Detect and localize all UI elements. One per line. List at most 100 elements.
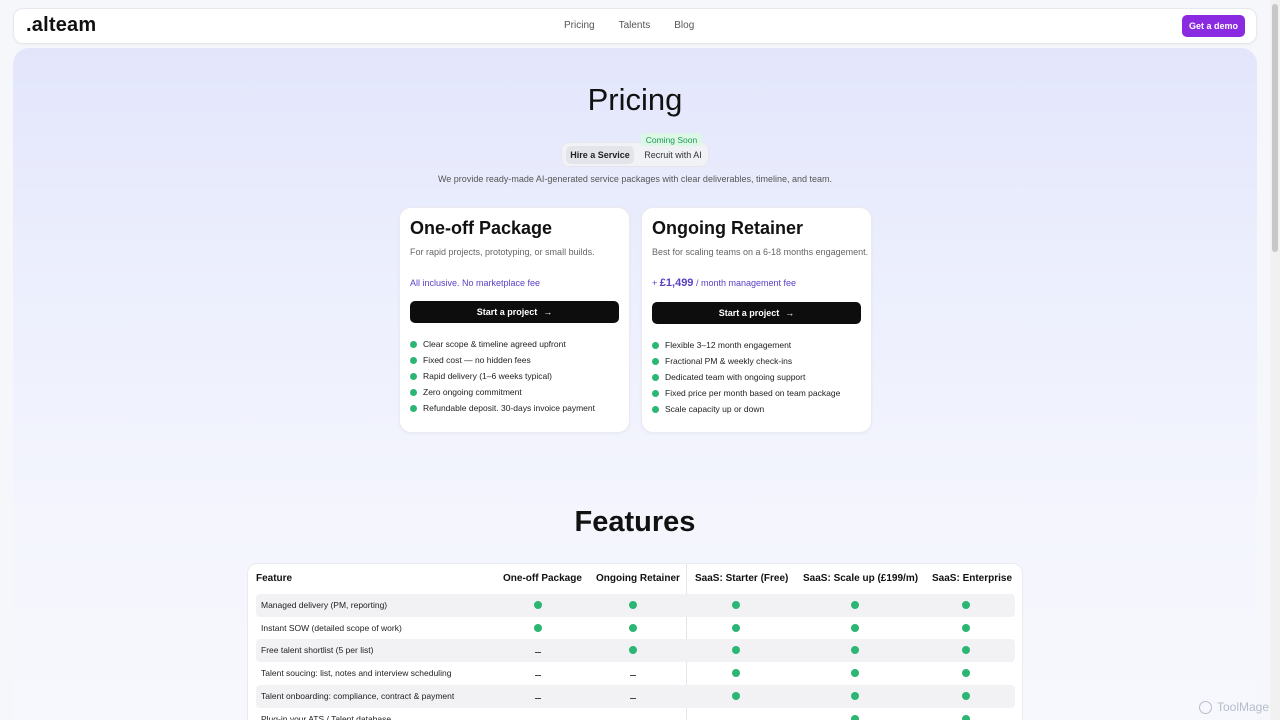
dash-icon [629,715,637,720]
feature-label: Plug-in your ATS / Talent database [261,713,392,720]
nav-link-blog[interactable]: Blog [674,20,694,31]
check-icon [410,372,417,380]
check-icon [534,623,542,632]
check-icon [629,601,637,609]
button-label: Start a project [718,308,780,318]
list-item: Scale capacity up or down [652,401,840,417]
nav-link-talents[interactable]: Talents [619,20,651,31]
check-icon [851,601,859,609]
feature-text: Clear scope & timeline agreed upfront [423,339,566,349]
check-icon [732,646,740,655]
check-icon [962,691,970,700]
list-item: Flexible 3–12 month engagement [652,337,840,353]
feature-label: Managed delivery (PM, reporting) [261,600,388,610]
one-off-package-card: One-off Package For rapid projects, prot… [399,207,630,433]
feature-text: Scale capacity up or down [665,404,765,414]
check-icon [962,669,970,678]
dash-icon [534,669,542,677]
check-icon [629,646,637,655]
check-icon [962,714,970,720]
feature-text: Rapid delivery (1–6 weeks typical) [423,371,552,381]
check-icon [851,669,859,678]
list-item: Clear scope & timeline agreed upfront [410,336,595,352]
list-item: Fractional PM & weekly check-ins [652,353,840,369]
features-heading: Features [574,506,696,538]
check-icon [410,388,417,396]
price-suffix: / month management fee [695,278,797,288]
feature-text: Dedicated team with ongoing support [665,372,806,382]
check-icon [410,356,417,364]
table-row: Talent soucing: list, notes and intervie… [256,662,1015,685]
dash-icon [629,692,637,700]
ongoing-retainer-card: Ongoing Retainer Best for scaling teams … [641,207,872,433]
feature-text: Fixed price per month based on team pack… [665,388,841,398]
page-title: Pricing [587,82,683,117]
table-row: Free talent shortlist (5 per list) [256,639,1015,663]
feature-text: Refundable deposit. 30-days invoice paym… [423,403,595,413]
check-icon [732,669,740,678]
feature-label: Free talent shortlist (5 per list) [261,645,374,656]
list-item: Zero ongoing commitment [410,384,595,400]
dash-icon [534,715,542,720]
card-features-list: Clear scope & timeline agreed upfront Fi… [410,336,595,416]
check-icon [629,623,637,632]
header-one-off-package: One-off Package [503,573,582,584]
header-saas-scale-up: SaaS: Scale up (£199/m) [803,573,919,584]
page-scrollbar[interactable] [1270,0,1280,720]
feature-label: Talent soucing: list, notes and intervie… [261,668,452,679]
card-title: Ongoing Retainer [652,218,804,238]
main-nav: Pricing Talents Blog [564,20,694,31]
header-ongoing-retainer: Ongoing Retainer [596,573,680,584]
list-item: Fixed cost — no hidden fees [410,352,595,368]
card-pricing-note: All inclusive. No marketplace fee [410,278,541,288]
feature-text: Fractional PM & weekly check-ins [665,356,793,366]
feature-text: Fixed cost — no hidden fees [423,355,531,365]
dash-icon [534,692,542,700]
pricing-subtitle: We provide ready-made AI-generated servi… [437,174,833,184]
table-row: Plug-in your ATS / Talent database [256,708,1015,720]
check-icon [851,714,859,720]
features-table: Feature One-off Package Ongoing Retainer… [247,563,1023,720]
dash-icon [732,715,740,720]
table-row: Managed delivery (PM, reporting) [256,594,1015,617]
header-saas-enterprise: SaaS: Enterprise [932,573,1013,584]
nav-link-pricing[interactable]: Pricing [564,20,595,31]
card-description: For rapid projects, prototyping, or smal… [410,247,595,257]
arrow-right-icon: → [785,308,795,318]
alteam-logo[interactable]: .alteam [26,14,96,37]
tab-recruit-with-ai[interactable]: Recruit with AI [640,146,706,164]
check-icon [652,405,659,413]
arrow-right-icon: → [543,307,553,317]
check-icon [851,691,859,700]
check-icon [732,623,740,632]
start-project-button[interactable]: Start a project → [652,302,861,324]
check-icon [851,646,859,655]
watermark-text: ToolMage [1216,700,1269,714]
table-row: Talent onboarding: compliance, contract … [256,684,1015,708]
card-description: Best for scaling teams on a 6-18 months … [652,247,869,257]
check-icon [652,357,659,365]
price-prefix: + [652,278,658,288]
feature-label: Instant SOW (detailed scope of work) [261,622,402,633]
check-icon [652,389,659,397]
top-navbar: .alteam Pricing Talents Blog Get a demo [13,8,1257,44]
check-icon [732,691,740,700]
check-icon [962,601,970,609]
list-item: Dedicated team with ongoing support [652,369,840,385]
header-feature: Feature [256,573,293,584]
button-label: Start a project [476,307,538,317]
check-icon [962,623,970,632]
card-features-list: Flexible 3–12 month engagement Fractiona… [652,337,840,417]
dash-icon [629,669,637,677]
price-amount: £1,499 [659,277,694,289]
coming-soon-badge: Coming Soon [641,133,702,146]
get-a-demo-button[interactable]: Get a demo [1181,15,1245,37]
tab-hire-a-service[interactable]: Hire a Service [566,146,634,164]
scrollbar-thumb[interactable] [1272,4,1278,252]
dash-icon [534,646,542,654]
card-title: One-off Package [410,218,553,238]
feature-label: Talent onboarding: compliance, contract … [261,690,455,701]
table-row: Instant SOW (detailed scope of work) [256,617,1015,640]
toolmage-logo-icon [1198,700,1212,714]
start-project-button[interactable]: Start a project → [410,301,619,323]
